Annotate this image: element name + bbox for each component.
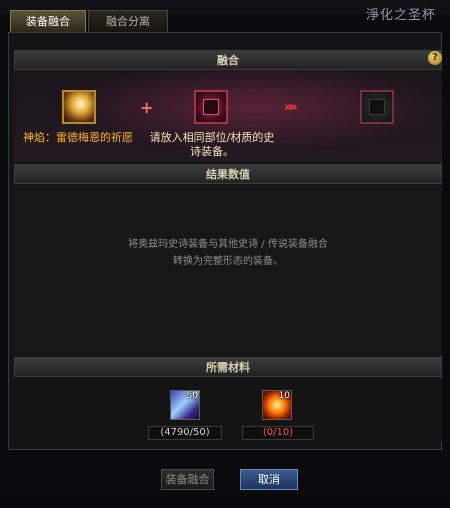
fire-count-badge: 10 [278,391,290,401]
crystal-material-status: (4790/50) [148,426,222,440]
source-item-label: 神焰：雷德梅恩的祈愿 [23,131,133,144]
material-item-slot[interactable] [194,90,228,124]
source-item-slot[interactable] [62,90,96,124]
tab-fusion-separation[interactable]: 融合分离 [88,10,168,32]
arrow-right-icon: »» [284,100,298,115]
fusion-section-header: 融合 [14,50,442,70]
tab-equipment-fusion[interactable]: 装备融合 [10,10,86,32]
fuse-equipment-button[interactable]: 装备融合 [161,469,214,490]
cancel-button[interactable]: 取消 [240,469,298,490]
crystal-count-badge: 50 [186,391,198,401]
material-slot-hint: 请放入相同部位/材质的史诗装备。 [149,131,275,158]
materials-panel [14,378,442,442]
result-section-header: 结果数值 [14,164,442,184]
bottom-strip [0,496,450,508]
result-description: 将奥兹玛史诗装备与其他史诗 / 传说装备融合 转换为完整形态的装备。 [14,236,442,270]
result-description-line1: 将奥兹玛史诗装备与其他史诗 / 传说装备融合 [128,239,328,250]
materials-section-header: 所需材料 [14,357,442,377]
help-icon[interactable]: ? [428,51,442,65]
plus-icon: + [140,98,154,117]
window-title: 淨化之圣杯 [365,8,436,23]
fire-material-status: (0/10) [242,426,314,440]
result-description-line2: 转换为完整形态的装备。 [173,256,283,267]
result-panel [14,185,442,355]
result-item-slot [360,90,394,124]
